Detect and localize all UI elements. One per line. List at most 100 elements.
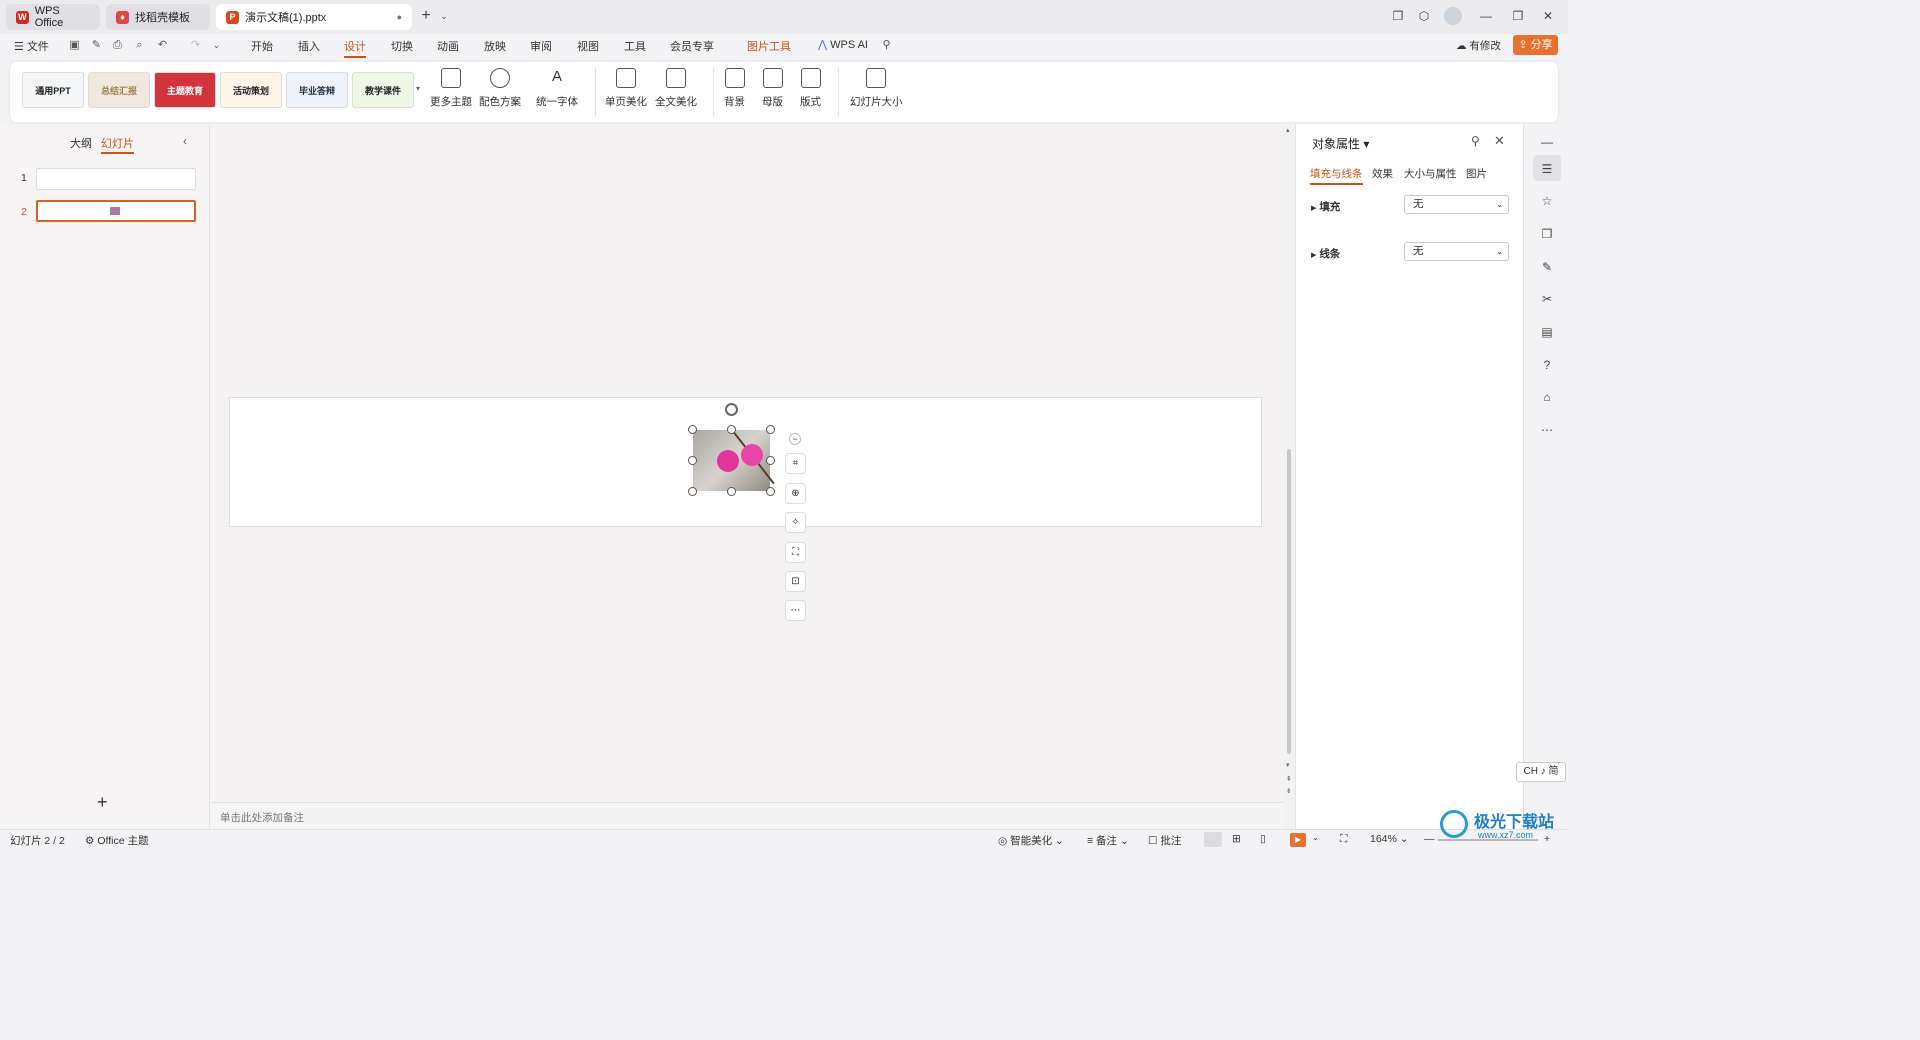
copy-icon[interactable]: ❐ [1540,227,1554,241]
menu-slideshow[interactable]: 放映 [484,38,506,54]
prev-slide-icon[interactable]: ⇞ [1286,775,1292,783]
master-button[interactable]: 母版 [762,68,783,109]
menu-view[interactable]: 视图 [577,38,599,54]
undo-icon[interactable]: ↶ [156,39,169,52]
fill-select[interactable]: 无 ⌄ [1404,195,1509,214]
menu-picture-tools[interactable]: 图片工具 [747,38,791,54]
theme-education[interactable]: 主题教育 [154,72,216,108]
comment-toggle[interactable]: ☐ 批注 [1148,833,1181,848]
theme-more-icon[interactable]: ▾ [416,84,420,93]
properties-icon[interactable]: ☰ [1540,162,1554,176]
more-quick-icon[interactable]: ⌄ [210,39,223,52]
unify-font-button[interactable]: A 统一字体 [536,68,578,109]
slide-thumbnail-2[interactable] [36,200,196,222]
magic-wand-icon[interactable]: ✧ [785,512,806,533]
minimize-panel-icon[interactable]: — [1540,135,1554,149]
notes-area[interactable]: 单击此处添加备注 [211,802,1284,829]
tab-wps-office[interactable]: W WPS Office [6,4,100,30]
more-icon[interactable]: ⋯ [1540,423,1554,437]
menu-review[interactable]: 审阅 [530,38,552,54]
page-beautify-button[interactable]: 单页美化 [605,68,647,109]
menu-animation[interactable]: 动画 [437,38,459,54]
save-icon[interactable]: ▣ [68,39,81,52]
menu-transition[interactable]: 切换 [391,38,413,54]
resize-handle[interactable] [688,456,697,465]
tab-fill-line[interactable]: 填充与线条 [1310,166,1363,185]
theme-general[interactable]: 通用PPT [22,72,84,108]
resize-handle[interactable] [727,425,736,434]
document-icon[interactable]: ▤ [1540,325,1554,339]
line-select[interactable]: 无 ⌄ [1404,242,1509,261]
grid-view-icon[interactable]: ⊞ [1232,833,1241,845]
menu-tools[interactable]: 工具 [624,38,646,54]
cube-icon[interactable]: ⬡ [1416,8,1432,24]
new-tab-icon[interactable]: + [418,8,434,24]
redo-icon[interactable]: ↷ [189,39,202,52]
tab-slides[interactable]: 幻灯片 [101,135,134,154]
print-icon[interactable]: ⎙ [111,39,124,52]
edit-picture-icon[interactable]: ✎ [1540,260,1554,274]
reading-view-icon[interactable]: ▯ [1260,833,1266,845]
restore-icon[interactable]: ❐ [1510,8,1526,24]
theme-graduation[interactable]: 毕业答辩 [286,72,348,108]
help-icon[interactable]: ? [1540,358,1554,372]
resize-handle[interactable] [727,487,736,496]
theme-summary[interactable]: 总结汇报 [88,72,150,108]
tab-outline[interactable]: 大纲 [70,135,92,151]
play-icon[interactable]: ▶ [1290,833,1306,847]
tab-size-props[interactable]: 大小与属性 [1404,166,1457,181]
print-preview-icon[interactable]: ⌕ [133,39,146,52]
crop-icon[interactable]: ⌗ [785,453,806,474]
has-changes-button[interactable]: ☁ 有修改 [1456,38,1501,53]
background-button[interactable]: 背景 [724,68,745,109]
tools-icon[interactable]: ✂ [1540,292,1554,306]
slide-thumbnail-1[interactable] [36,168,196,190]
menu-design[interactable]: 设计 [344,38,366,58]
line-section-toggle[interactable]: ▶ 线条 [1311,246,1340,261]
fit-window-icon[interactable]: ⛶ [1340,833,1347,846]
menu-member[interactable]: 会员专享 [670,38,714,54]
resize-handle[interactable] [766,487,775,496]
rotate-handle-icon[interactable] [725,403,738,416]
color-scheme-button[interactable]: 配色方案 [479,68,521,109]
star-icon[interactable]: ☆ [1540,194,1554,208]
resize-handle[interactable] [688,487,697,496]
zoom-out-icon[interactable]: — [1424,833,1435,845]
search-icon[interactable]: ⚲ [880,39,893,52]
pin-icon[interactable]: ⚲ [1471,134,1480,148]
play-options-icon[interactable]: ⌄ [1312,833,1319,842]
scroll-down-icon[interactable]: ▾ [1286,761,1290,769]
theme-teaching[interactable]: 教学课件 [352,72,414,108]
ime-indicator[interactable]: CH ♪ 简 [1516,762,1566,782]
resize-handle[interactable] [766,456,775,465]
wps-ai-button[interactable]: ⋀ WPS AI [818,38,868,51]
panel-title[interactable]: 对象属性 ▾ [1312,135,1369,152]
tab-presentation[interactable]: P 演示文稿(1).pptx ● [216,4,412,30]
theme-event[interactable]: 活动策划 [220,72,282,108]
focus-frame-icon[interactable]: ⛶ [785,542,806,563]
close-icon[interactable]: ✕ [1540,8,1556,24]
shirt-icon[interactable]: ⌂ [1540,390,1554,404]
scroll-up-icon[interactable]: ▴ [1286,126,1290,134]
notes-toggle[interactable]: ≡ 备注 ⌄ [1087,833,1129,848]
collapse-icon[interactable]: ‹ [183,134,187,148]
selected-picture[interactable] [693,429,775,491]
tab-picture[interactable]: 图片 [1466,166,1487,181]
layout-button[interactable]: 版式 [800,68,821,109]
vertical-scrollbar[interactable]: ▴ ▾ ⇞ ⇟ [1284,124,1294,830]
add-slide-button[interactable]: + [97,792,108,813]
zoom-level[interactable]: 164% ⌄ [1370,833,1409,845]
fill-section-toggle[interactable]: ▶ 填充 [1311,199,1340,214]
minimize-icon[interactable]: — [1478,8,1494,24]
theme-name[interactable]: ⚙ Office 主题 [85,833,149,848]
picture-search-icon[interactable]: ⊡ [785,571,806,592]
format-painter-icon[interactable]: ✎ [90,39,103,52]
scroll-thumb[interactable] [1287,449,1291,754]
slide-size-button[interactable]: 幻灯片大小 [850,68,903,109]
collapse-toolbar-icon[interactable]: − [789,433,801,445]
share-button[interactable]: ⇪ 分享 [1513,35,1558,55]
tab-effect[interactable]: 效果 [1372,166,1393,181]
menu-start[interactable]: 开始 [251,38,273,54]
close-icon[interactable]: ✕ [1494,133,1505,149]
window-layout-icon[interactable]: ❐ [1390,8,1406,24]
